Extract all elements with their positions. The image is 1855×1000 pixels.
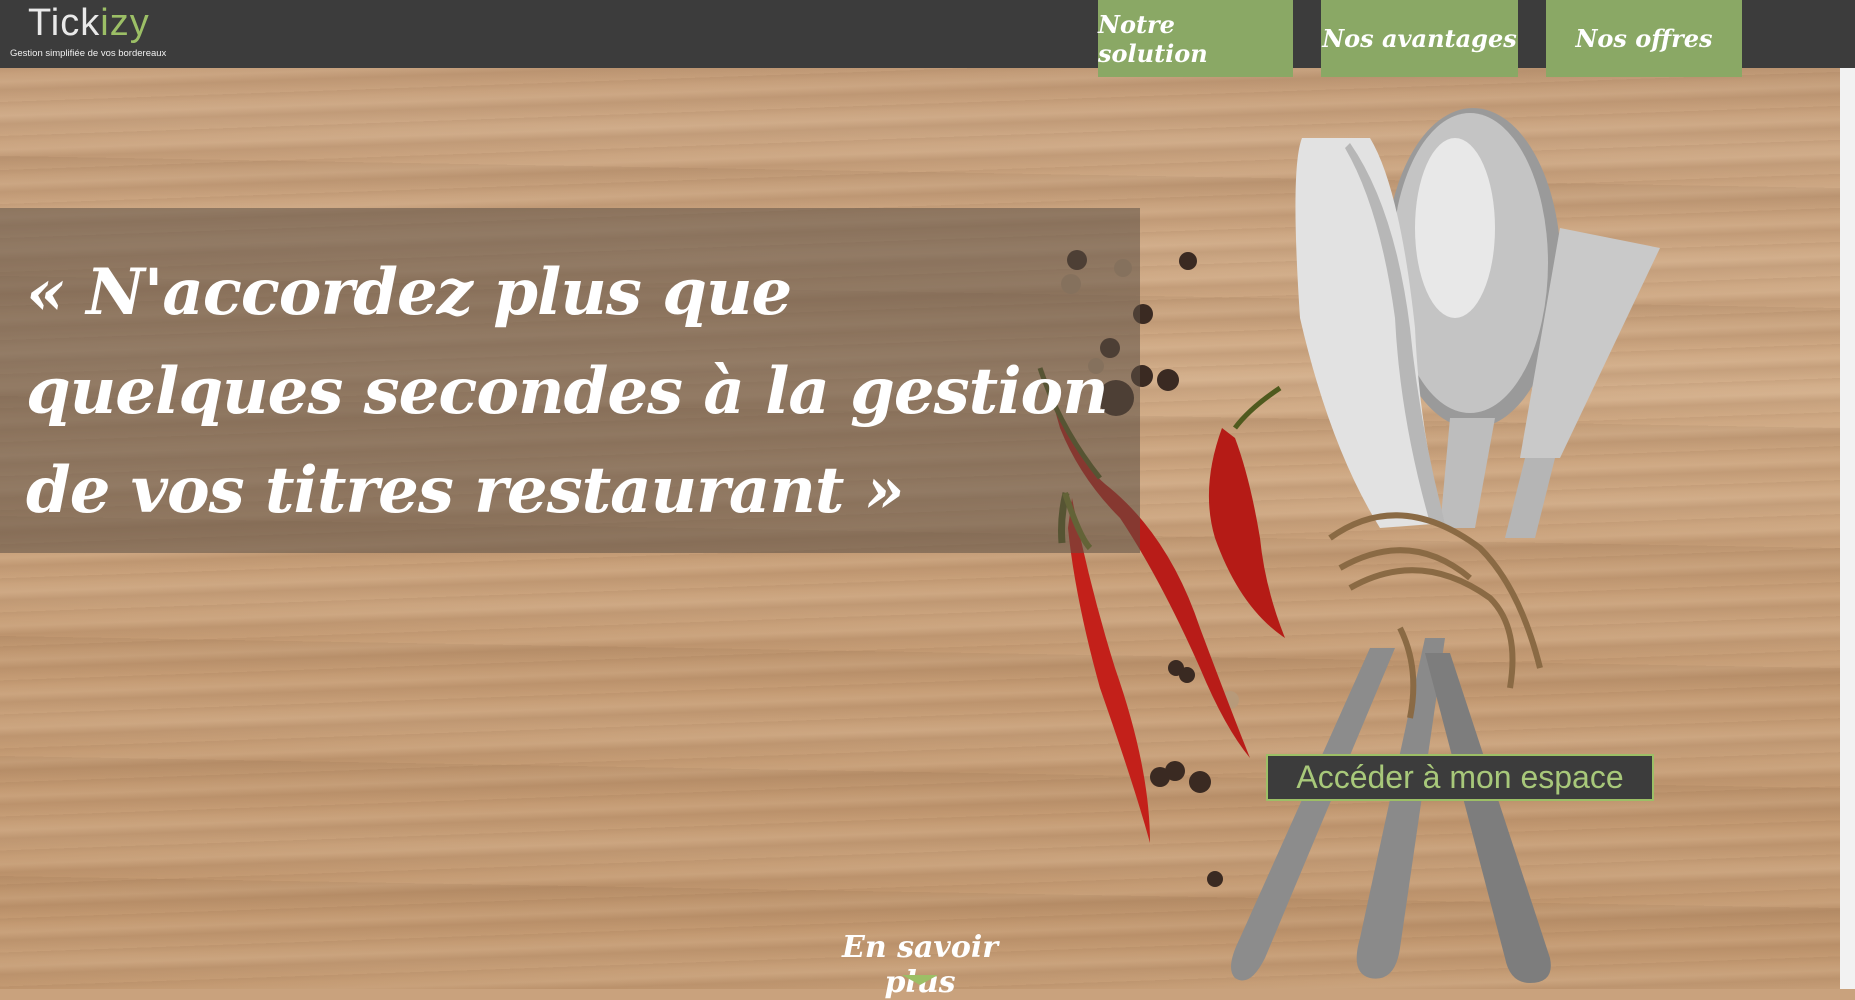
nav-nos-offres[interactable]: Nos offres [1546,0,1742,77]
hero-background: « N'accordez plus que quelques secondes … [0,68,1840,989]
hero-quote: « N'accordez plus que quelques secondes … [26,255,1109,528]
nav-nos-avantages[interactable]: Nos avantages [1321,0,1518,77]
nav-notre-solution[interactable]: Notre solution [1098,0,1293,77]
tagline: Gestion simplifiée de vos bordereaux [10,48,167,59]
logo-text-main: Tick [28,2,101,44]
quote-banner: « N'accordez plus que quelques secondes … [0,208,1140,553]
scrollbar-track[interactable] [1840,68,1855,989]
logo-text-accent: izy [100,2,150,44]
logo[interactable]: Tickizy [28,2,150,45]
top-header: Tickizy Gestion simplifiée de vos border… [0,0,1855,77]
learn-more-link[interactable]: En savoir plus [820,930,1020,1000]
chevron-down-icon[interactable] [902,975,938,985]
access-account-button[interactable]: Accéder à mon espace [1266,754,1654,801]
